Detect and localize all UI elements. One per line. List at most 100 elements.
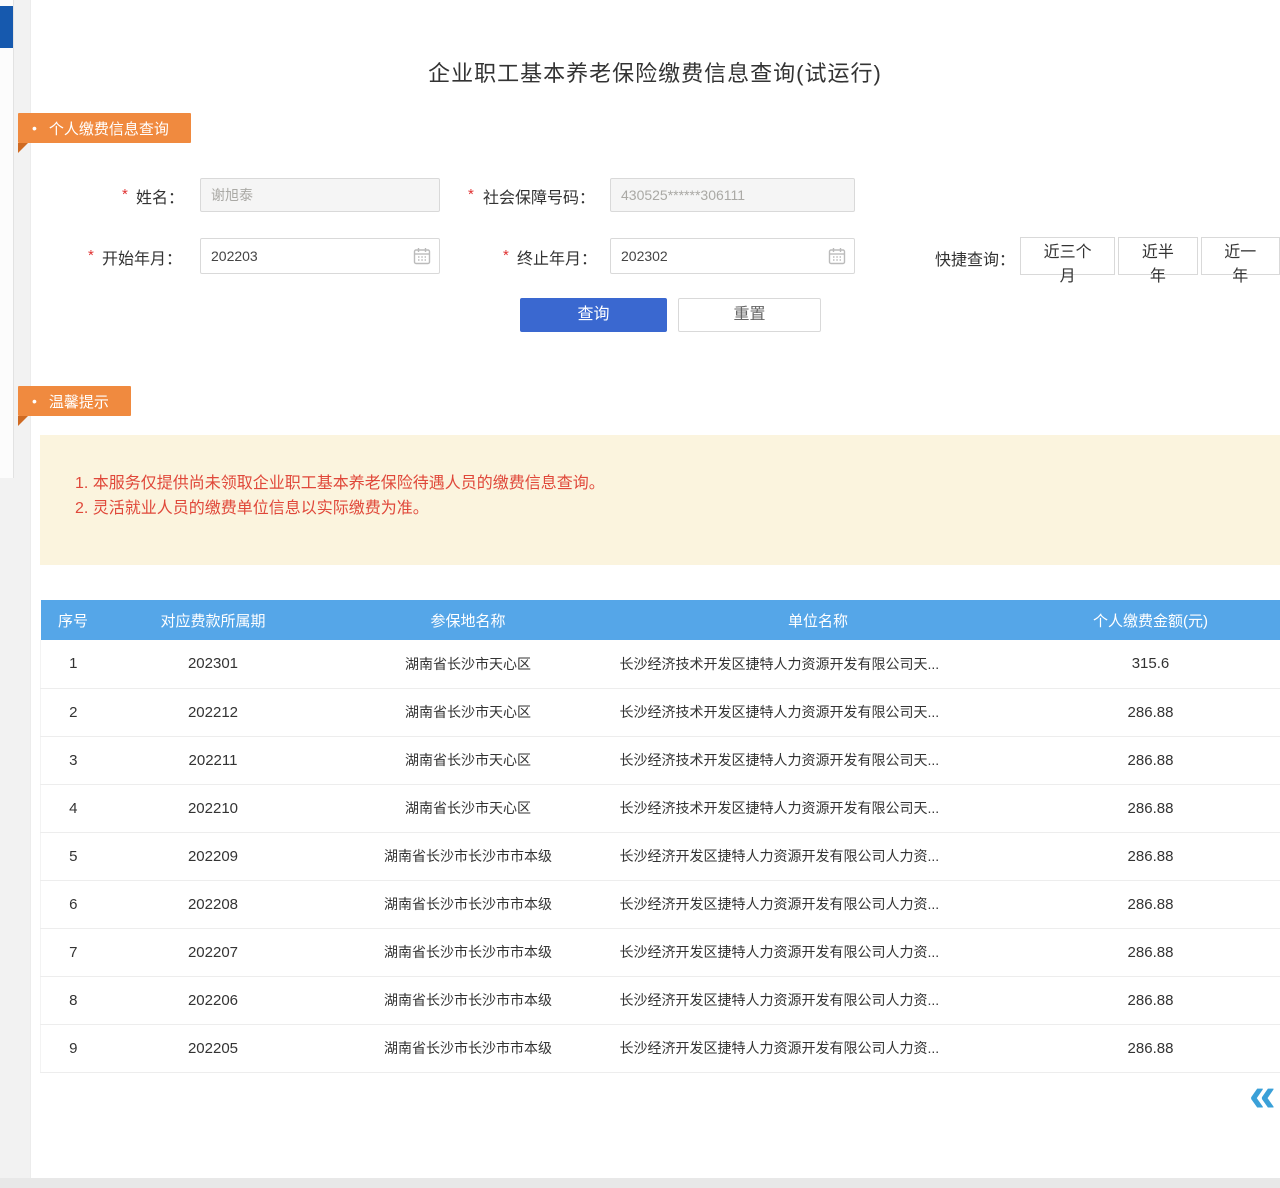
- table-cell: 9: [41, 1024, 106, 1072]
- section-badge-personal-query: • 个人缴费信息查询: [18, 113, 191, 143]
- badge-fold-decoration: [18, 416, 28, 426]
- tips-line: 1. 本服务仅提供尚未领取企业职工基本养老保险待遇人员的缴费信息查询。: [75, 471, 1280, 496]
- required-star: *: [88, 247, 94, 264]
- table-cell: 286.88: [1021, 928, 1280, 976]
- table-cell: 286.88: [1021, 736, 1280, 784]
- section-badge-label: 个人缴费信息查询: [49, 118, 169, 139]
- table-row: 4202210湖南省长沙市天心区长沙经济技术开发区捷特人力资源开发有限公司天..…: [41, 784, 1280, 832]
- table-cell: 202207: [106, 928, 321, 976]
- table-cell: 1: [41, 640, 106, 688]
- payment-records-table: 序号 对应费款所属期 参保地名称 单位名称 个人缴费金额(元) 1202301湖…: [40, 600, 1280, 1073]
- start-month-label: 开始年月：: [102, 245, 182, 269]
- page-title: 企业职工基本养老保险缴费信息查询(试运行): [30, 56, 1280, 88]
- table-cell: 长沙经济开发区捷特人力资源开发有限公司人力资...: [616, 832, 1021, 880]
- table-cell: 湖南省长沙市天心区: [321, 688, 616, 736]
- table-cell: 202212: [106, 688, 321, 736]
- table-cell: 6: [41, 880, 106, 928]
- badge-bullet-icon: •: [32, 394, 37, 408]
- table-cell: 7: [41, 928, 106, 976]
- table-cell: 3: [41, 736, 106, 784]
- table-cell: 4: [41, 784, 106, 832]
- table-row: 7202207湖南省长沙市长沙市市本级长沙经济开发区捷特人力资源开发有限公司人力…: [41, 928, 1280, 976]
- quick-btn-last-half-year[interactable]: 近半年: [1118, 237, 1197, 275]
- table-cell: 8: [41, 976, 106, 1024]
- table-cell: 5: [41, 832, 106, 880]
- reset-button[interactable]: 重置: [678, 298, 821, 332]
- table-cell: 湖南省长沙市长沙市市本级: [321, 832, 616, 880]
- table-cell: 202205: [106, 1024, 321, 1072]
- page-bottom-strip: [0, 1178, 1280, 1188]
- table-cell: 湖南省长沙市长沙市市本级: [321, 928, 616, 976]
- table-row: 8202206湖南省长沙市长沙市市本级长沙经济开发区捷特人力资源开发有限公司人力…: [41, 976, 1280, 1024]
- name-field[interactable]: [200, 178, 440, 212]
- table-cell: 长沙经济技术开发区捷特人力资源开发有限公司天...: [616, 736, 1021, 784]
- table-cell: 长沙经济开发区捷特人力资源开发有限公司人力资...: [616, 976, 1021, 1024]
- table-row: 3202211湖南省长沙市天心区长沙经济技术开发区捷特人力资源开发有限公司天..…: [41, 736, 1280, 784]
- ssn-label: 社会保障号码：: [483, 184, 595, 208]
- start-month-picker: [200, 238, 440, 274]
- table-cell: 湖南省长沙市天心区: [321, 736, 616, 784]
- col-header-unit-name: 单位名称: [616, 600, 1021, 640]
- calendar-icon[interactable]: [413, 247, 431, 265]
- table-cell: 湖南省长沙市天心区: [321, 640, 616, 688]
- col-header-period: 对应费款所属期: [106, 600, 321, 640]
- end-month-label: 终止年月：: [517, 245, 597, 269]
- table-cell: 202209: [106, 832, 321, 880]
- end-month-picker: [610, 238, 855, 274]
- table-header-row: 序号 对应费款所属期 参保地名称 单位名称 个人缴费金额(元): [41, 600, 1280, 640]
- table-row: 9202205湖南省长沙市长沙市市本级长沙经济开发区捷特人力资源开发有限公司人力…: [41, 1024, 1280, 1072]
- required-star: *: [122, 186, 128, 203]
- quick-query-label: 快捷查询：: [935, 246, 1015, 270]
- table-row: 5202209湖南省长沙市长沙市市本级长沙经济开发区捷特人力资源开发有限公司人力…: [41, 832, 1280, 880]
- quick-btn-last-3-months[interactable]: 近三个月: [1020, 237, 1115, 275]
- collapse-panel-icon[interactable]: «: [1249, 1072, 1276, 1120]
- collapsed-sidebar-strip: [0, 0, 14, 478]
- col-header-amount: 个人缴费金额(元): [1021, 600, 1280, 640]
- sidebar-active-indicator: [0, 6, 13, 48]
- calendar-icon[interactable]: [828, 247, 846, 265]
- table-cell: 长沙经济技术开发区捷特人力资源开发有限公司天...: [616, 640, 1021, 688]
- table-cell: 202210: [106, 784, 321, 832]
- required-star: *: [468, 186, 474, 203]
- tips-line: 2. 灵活就业人员的缴费单位信息以实际缴费为准。: [75, 496, 1280, 521]
- quick-query-group: 近三个月 近半年 近一年: [1020, 237, 1280, 275]
- table-cell: 286.88: [1021, 832, 1280, 880]
- table-cell: 长沙经济开发区捷特人力资源开发有限公司人力资...: [616, 928, 1021, 976]
- table-cell: 2: [41, 688, 106, 736]
- table-cell: 202211: [106, 736, 321, 784]
- col-header-insured-place: 参保地名称: [321, 600, 616, 640]
- table-cell: 202208: [106, 880, 321, 928]
- table-cell: 湖南省长沙市天心区: [321, 784, 616, 832]
- table-row: 1202301湖南省长沙市天心区长沙经济技术开发区捷特人力资源开发有限公司天..…: [41, 640, 1280, 688]
- table-cell: 286.88: [1021, 1024, 1280, 1072]
- badge-bullet-icon: •: [32, 121, 37, 135]
- table-cell: 286.88: [1021, 688, 1280, 736]
- table-cell: 长沙经济开发区捷特人力资源开发有限公司人力资...: [616, 1024, 1021, 1072]
- table-cell: 202206: [106, 976, 321, 1024]
- table-cell: 长沙经济技术开发区捷特人力资源开发有限公司天...: [616, 784, 1021, 832]
- table-cell: 286.88: [1021, 976, 1280, 1024]
- table-row: 6202208湖南省长沙市长沙市市本级长沙经济开发区捷特人力资源开发有限公司人力…: [41, 880, 1280, 928]
- start-month-field[interactable]: [200, 238, 440, 274]
- section-badge-tips: • 温馨提示: [18, 386, 131, 416]
- tips-notice-box: 1. 本服务仅提供尚未领取企业职工基本养老保险待遇人员的缴费信息查询。 2. 灵…: [40, 435, 1280, 565]
- col-header-serial: 序号: [41, 600, 106, 640]
- query-button[interactable]: 查询: [520, 298, 667, 332]
- quick-btn-last-year[interactable]: 近一年: [1201, 237, 1280, 275]
- required-star: *: [503, 247, 509, 264]
- ssn-field[interactable]: [610, 178, 855, 212]
- table-body: 1202301湖南省长沙市天心区长沙经济技术开发区捷特人力资源开发有限公司天..…: [41, 640, 1280, 1072]
- table-cell: 湖南省长沙市长沙市市本级: [321, 976, 616, 1024]
- name-label: 姓名：: [136, 184, 184, 208]
- table-cell: 286.88: [1021, 880, 1280, 928]
- section-badge-label: 温馨提示: [49, 391, 109, 412]
- table-cell: 286.88: [1021, 784, 1280, 832]
- table-cell: 湖南省长沙市长沙市市本级: [321, 880, 616, 928]
- end-month-field[interactable]: [610, 238, 855, 274]
- table-cell: 湖南省长沙市长沙市市本级: [321, 1024, 616, 1072]
- badge-fold-decoration: [18, 143, 28, 153]
- table-cell: 315.6: [1021, 640, 1280, 688]
- table-row: 2202212湖南省长沙市天心区长沙经济技术开发区捷特人力资源开发有限公司天..…: [41, 688, 1280, 736]
- table-cell: 202301: [106, 640, 321, 688]
- table-cell: 长沙经济技术开发区捷特人力资源开发有限公司天...: [616, 688, 1021, 736]
